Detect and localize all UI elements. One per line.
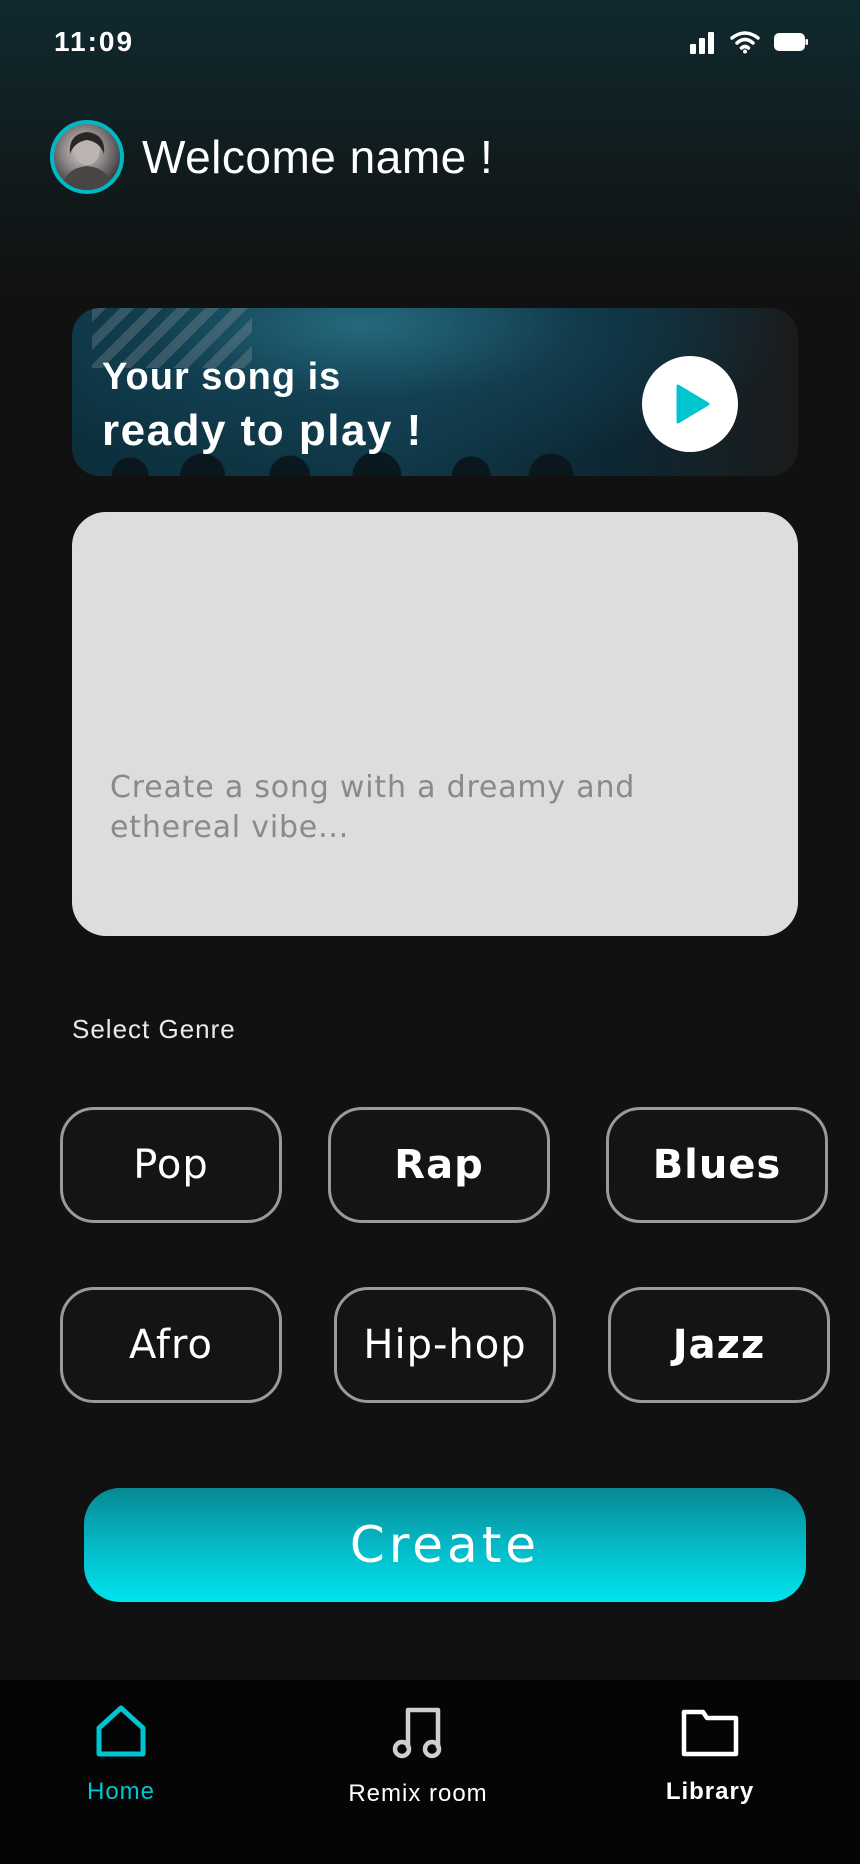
tab-remix-room[interactable]: Remix room (328, 1704, 508, 1808)
status-bar: 11:09 (0, 0, 860, 90)
song-ready-banner[interactable]: Your song is ready to play ! (72, 308, 798, 476)
music-note-icon (392, 1707, 442, 1759)
song-prompt-input[interactable] (110, 768, 750, 868)
genre-pop-button[interactable]: Pop (60, 1107, 282, 1223)
play-icon (676, 384, 710, 424)
avatar[interactable] (50, 120, 124, 194)
genre-hiphop-button[interactable]: Hip-hop (334, 1287, 556, 1403)
select-genre-label: Select Genre (72, 1014, 236, 1044)
folder-icon (681, 1709, 739, 1757)
user-photo-icon (62, 132, 112, 190)
tab-home[interactable]: Home (66, 1704, 176, 1806)
tab-library-label: Library (665, 1778, 755, 1805)
bottom-tab-bar: Home Remix room Library (0, 1680, 860, 1864)
genre-jazz-button[interactable]: Jazz (608, 1287, 830, 1403)
banner-title-line2: ready to play ! (102, 406, 423, 455)
status-time: 11:09 (54, 26, 135, 57)
welcome-text: Welcome name ! (142, 131, 494, 183)
genre-blues-button[interactable]: Blues (606, 1107, 828, 1223)
home-icon (96, 1705, 146, 1757)
tab-library[interactable]: Library (650, 1704, 770, 1806)
cellular-signal-icon (690, 32, 714, 54)
status-icons (690, 30, 808, 54)
song-prompt-box[interactable] (72, 512, 798, 936)
genre-rap-button[interactable]: Rap (328, 1107, 550, 1223)
create-button[interactable]: Create (84, 1488, 806, 1602)
battery-icon (774, 33, 808, 51)
tab-home-label: Home (86, 1778, 156, 1805)
play-button[interactable] (642, 356, 738, 452)
banner-title-line1: Your song is (102, 356, 342, 398)
tab-remix-room-label: Remix room (348, 1780, 488, 1807)
welcome-header: Welcome name ! (50, 120, 493, 194)
wifi-icon (730, 31, 760, 54)
genre-afro-button[interactable]: Afro (60, 1287, 282, 1403)
